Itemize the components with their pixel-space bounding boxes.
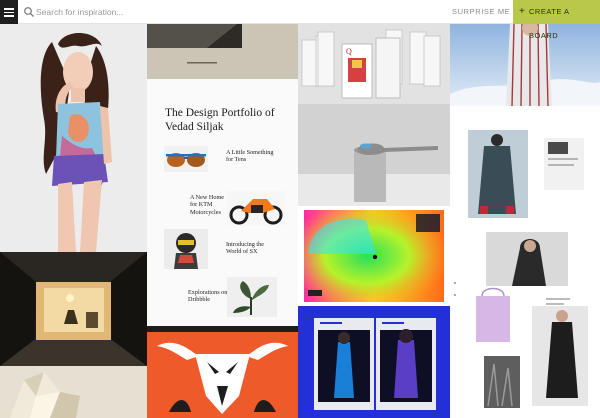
crumpled-paper-photo[interactable] [0, 366, 147, 418]
color-wheel-screenshot[interactable] [298, 206, 450, 306]
motorcycle-thumbnail [227, 191, 285, 225]
portfolio-title: The Design Portfolio of Vedad Siljak [165, 107, 275, 133]
search-input[interactable] [36, 4, 336, 20]
search-icon [24, 7, 34, 17]
helmet-thumbnail [164, 229, 208, 269]
plus-icon: + [519, 6, 526, 17]
room-illustration [0, 252, 147, 366]
create-board-button[interactable]: + CREATE A BOARD [513, 0, 600, 40]
design-portfolio-card[interactable]: The Design Portfolio of Vedad Siljak A L… [147, 79, 298, 326]
playing-cards-photo[interactable]: Q [298, 24, 450, 104]
create-board-label: CREATE A BOARD [529, 7, 570, 40]
plant-thumbnail [227, 277, 277, 317]
paper-illustration [0, 366, 147, 418]
hamburger-menu-icon[interactable] [0, 0, 18, 24]
bricks-photo[interactable] [147, 24, 298, 79]
surprise-me-button[interactable]: SURPRISE ME [452, 7, 510, 16]
top-bar: SURPRISE ME + CREATE A BOARD [0, 0, 600, 40]
sunglasses-thumbnail [164, 146, 208, 172]
magazine-illustration [298, 306, 450, 418]
lit-room-photo[interactable] [0, 252, 147, 366]
bull-poster-illustration [147, 326, 298, 418]
bricks-illustration [147, 24, 298, 79]
cylinder-illustration [298, 104, 450, 206]
fashion-model-image[interactable] [0, 24, 147, 252]
fashion-moodboard-image[interactable] [450, 106, 600, 418]
portfolio-item-label: A Little Something for Tens [226, 149, 274, 164]
metal-cylinder-photo[interactable] [298, 104, 450, 206]
moodboard-illustration [450, 106, 600, 418]
portfolio-item-label: A New Home for KTM Motorcycles [190, 194, 225, 216]
bull-poster-image[interactable] [147, 326, 298, 418]
cards-illustration: Q [298, 24, 450, 104]
magazine-spread-photo[interactable] [298, 306, 450, 418]
color-wheel-illustration [304, 210, 444, 302]
svg-text:Q: Q [346, 47, 352, 56]
portfolio-item-label: Introducing the World of SX [226, 241, 264, 256]
fashion-model-illustration [0, 24, 147, 252]
